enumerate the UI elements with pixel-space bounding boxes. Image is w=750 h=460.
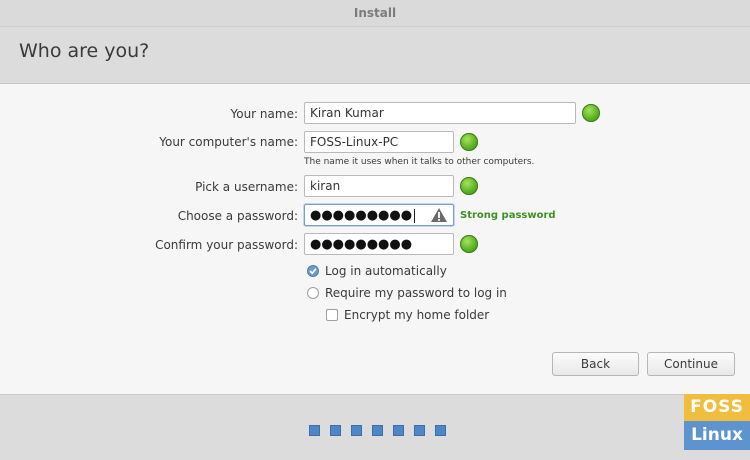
back-button[interactable]: Back [552, 352, 639, 376]
password-masked-value: ●●●●●●●●● [310, 208, 413, 223]
require-password-radio[interactable] [307, 287, 319, 299]
watermark-line1: FOSS [684, 394, 750, 421]
password-strength: Strong password [460, 210, 556, 221]
username-valid-icon [460, 177, 478, 195]
require-password-label: Require my password to log in [325, 286, 507, 300]
progress-step [393, 425, 404, 436]
auto-login-radio[interactable] [307, 265, 319, 277]
computer-name-valid-icon [460, 133, 478, 151]
progress-step [372, 425, 383, 436]
progress-step [351, 425, 362, 436]
progress-footer [0, 394, 750, 460]
page-header: Who are you? [0, 27, 750, 84]
require-password-option[interactable]: Require my password to log in [307, 286, 507, 302]
computer-name-input[interactable]: FOSS-Linux-PC [304, 131, 454, 153]
confirm-password-valid-icon [460, 235, 478, 253]
confirm-masked-value: ●●●●●●●●● [310, 237, 413, 252]
auto-login-label: Log in automatically [325, 264, 447, 278]
progress-step [435, 425, 446, 436]
password-label: Choose a password: [177, 209, 298, 223]
encrypt-home-option[interactable]: Encrypt my home folder [326, 308, 489, 324]
progress-step [414, 425, 425, 436]
text-caret [414, 208, 416, 223]
computer-name-label: Your computer's name: [159, 135, 298, 149]
computer-name-hint: The name it uses when it talks to other … [304, 157, 535, 167]
username-label: Pick a username: [195, 180, 298, 194]
name-label: Your name: [230, 107, 298, 121]
encrypt-home-label: Encrypt my home folder [344, 308, 490, 322]
auto-login-option[interactable]: Log in automatically [307, 264, 447, 280]
check-icon [309, 268, 317, 275]
progress-step [309, 425, 320, 436]
name-input[interactable]: Kiran Kumar [304, 102, 576, 124]
window-title: Install [353, 6, 397, 20]
foss-linux-watermark: FOSS Linux [684, 394, 750, 454]
warning-icon [431, 208, 447, 222]
watermark-line2: Linux [684, 421, 750, 450]
progress-step [330, 425, 341, 436]
name-valid-icon [582, 104, 600, 122]
confirm-password-label: Confirm your password: [155, 238, 298, 252]
encrypt-home-checkbox[interactable] [326, 309, 338, 321]
confirm-password-input[interactable]: ●●●●●●●●● [304, 233, 454, 255]
continue-button[interactable]: Continue [647, 352, 735, 376]
page-title: Who are you? [19, 40, 150, 62]
window-titlebar: Install [0, 0, 750, 27]
user-form: Your name: Kiran Kumar Your computer's n… [0, 84, 750, 394]
username-input[interactable]: kiran [304, 175, 454, 197]
